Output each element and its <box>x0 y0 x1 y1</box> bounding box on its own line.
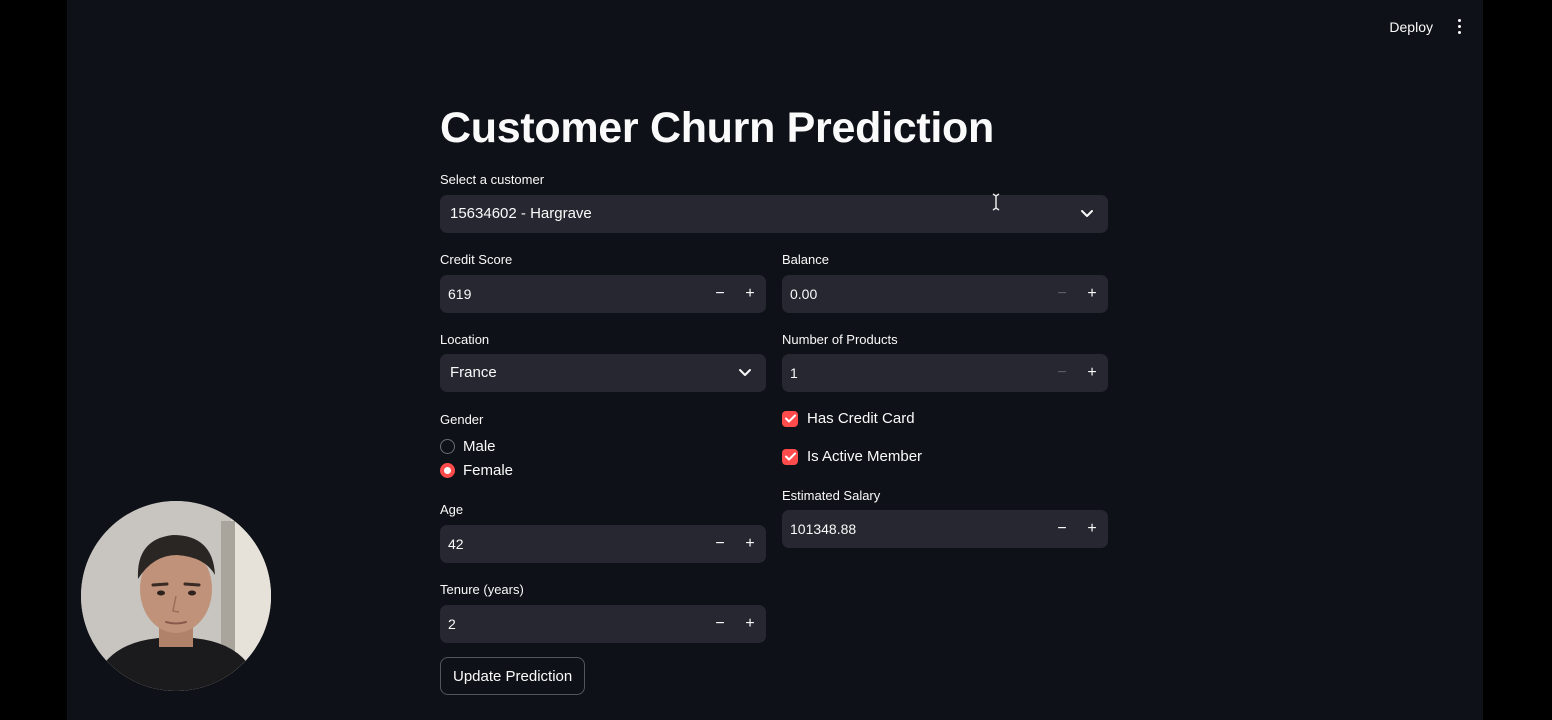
credit-score-label: Credit Score <box>440 252 513 267</box>
customer-select-value: 15634602 - Hargrave <box>450 205 592 222</box>
age-increment-button[interactable]: + <box>735 525 765 563</box>
has-credit-card-label: Has Credit Card <box>807 410 915 427</box>
balance-decrement-button[interactable]: − <box>1047 275 1077 313</box>
is-active-member-label: Is Active Member <box>807 448 923 465</box>
tenure-label: Tenure (years) <box>440 582 524 597</box>
customer-select-label: Select a customer <box>440 172 545 187</box>
num-products-increment-button[interactable]: + <box>1077 354 1107 392</box>
update-prediction-button[interactable]: Update Prediction <box>440 657 586 695</box>
app-container: Deploy Customer Churn Prediction Select … <box>67 0 1483 720</box>
estimated-salary-input[interactable]: 101348.88 − + <box>782 510 1108 548</box>
presenter-image <box>81 501 271 691</box>
deploy-button[interactable]: Deploy <box>1389 17 1433 37</box>
balance-increment-button[interactable]: + <box>1077 275 1107 313</box>
tenure-value[interactable]: 2 <box>448 605 456 643</box>
balance-input[interactable]: 0.00 − + <box>782 275 1108 313</box>
age-label: Age <box>440 502 464 517</box>
gender-option-label: Male <box>463 438 496 455</box>
checkbox-checked-icon <box>782 410 798 427</box>
age-decrement-button[interactable]: − <box>705 525 735 563</box>
chevron-down-icon <box>739 369 751 376</box>
balance-value[interactable]: 0.00 <box>790 275 817 313</box>
age-input[interactable]: 42 − + <box>440 525 766 563</box>
estimated-salary-decrement-button[interactable]: − <box>1047 510 1077 548</box>
credit-score-decrement-button[interactable]: − <box>705 275 735 313</box>
tenure-decrement-button[interactable]: − <box>705 605 735 643</box>
credit-score-increment-button[interactable]: + <box>735 275 765 313</box>
num-products-input[interactable]: 1 − + <box>782 354 1108 392</box>
tenure-input[interactable]: 2 − + <box>440 605 766 643</box>
location-select[interactable]: France <box>440 354 766 392</box>
gender-label: Gender <box>440 412 484 427</box>
customer-select[interactable]: 15634602 - Hargrave <box>440 195 1108 233</box>
estimated-salary-value[interactable]: 101348.88 <box>790 510 856 548</box>
location-select-value: France <box>450 364 497 381</box>
estimated-salary-increment-button[interactable]: + <box>1077 510 1107 548</box>
page-title: Customer Churn Prediction <box>440 104 994 152</box>
credit-score-input[interactable]: 619 − + <box>440 275 766 313</box>
location-label: Location <box>440 332 490 347</box>
estimated-salary-label: Estimated Salary <box>782 488 881 503</box>
checkbox-checked-icon <box>782 448 798 465</box>
kebab-menu-icon[interactable] <box>1453 15 1465 37</box>
tenure-increment-button[interactable]: + <box>735 605 765 643</box>
gender-radio-male[interactable]: Male <box>440 438 496 455</box>
balance-label: Balance <box>782 252 829 267</box>
top-header: Deploy <box>67 0 1483 52</box>
webcam-avatar <box>81 501 271 691</box>
radio-checked-icon <box>440 463 455 478</box>
age-value[interactable]: 42 <box>448 525 464 563</box>
num-products-value[interactable]: 1 <box>790 354 798 392</box>
radio-unchecked-icon <box>440 439 455 454</box>
num-products-decrement-button[interactable]: − <box>1047 354 1077 392</box>
credit-score-value[interactable]: 619 <box>448 275 471 313</box>
chevron-down-icon <box>1081 210 1093 217</box>
gender-radio-female[interactable]: Female <box>440 462 513 479</box>
has-credit-card-checkbox[interactable]: Has Credit Card <box>782 410 915 427</box>
is-active-member-checkbox[interactable]: Is Active Member <box>782 448 922 465</box>
num-products-label: Number of Products <box>782 332 898 347</box>
text-cursor-icon <box>992 193 1000 211</box>
gender-option-label: Female <box>463 462 514 479</box>
